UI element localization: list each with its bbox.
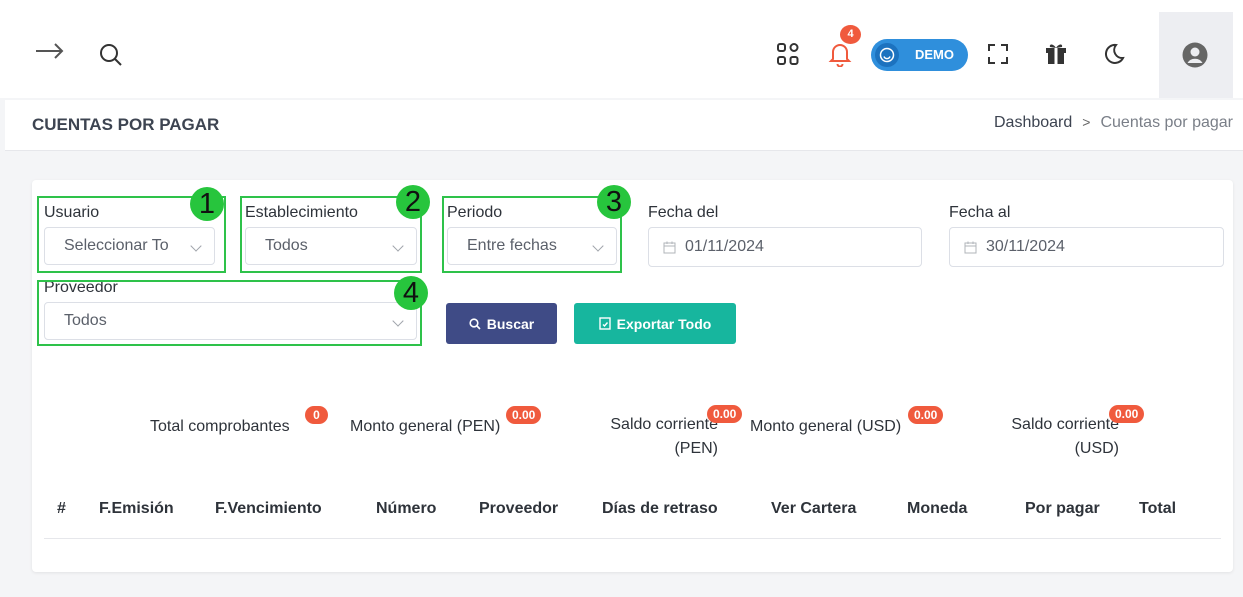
table-divider (44, 538, 1221, 539)
apps-grid-icon[interactable] (774, 40, 802, 68)
search-icon[interactable] (96, 40, 126, 70)
breadcrumb-separator: > (1082, 114, 1091, 130)
column-header-index: # (57, 500, 66, 517)
notification-count-badge: 4 (840, 25, 861, 44)
stat-monto-general-usd: Monto general (USD) (750, 415, 901, 439)
gift-icon[interactable] (1042, 39, 1070, 67)
smile-icon (875, 43, 899, 67)
page-title: CUENTAS POR PAGAR (32, 115, 220, 134)
stat-total-comprobantes: Total comprobantes (150, 415, 290, 439)
stat-badge: 0.00 (908, 406, 944, 424)
stat-label-currency: (PEN) (674, 440, 718, 457)
user-menu[interactable] (1159, 12, 1233, 98)
column-header-dias-retraso[interactable]: Días de retraso (602, 500, 718, 518)
breadcrumb-dashboard-link[interactable]: Dashboard (994, 114, 1072, 131)
stat-badge: 0.00 (506, 406, 542, 424)
arrow-right-icon[interactable] (32, 36, 68, 66)
bell-icon[interactable] (826, 40, 854, 68)
stat-saldo-corriente-usd: Saldo corriente (USD) (997, 413, 1119, 461)
buscar-button[interactable]: Buscar (446, 303, 557, 344)
annotation-marker-3: 3 (597, 185, 631, 219)
stat-label: Saldo corriente (1011, 416, 1119, 433)
demo-label: DEMO (915, 47, 954, 62)
stat-label: Saldo corriente (610, 416, 718, 433)
column-header-total[interactable]: Total (1139, 500, 1176, 518)
exportar-button-label: Exportar Todo (616, 315, 712, 332)
buscar-button-label: Buscar (486, 315, 535, 332)
annotation-marker-4: 4 (394, 276, 428, 310)
highlight-box-2 (240, 196, 422, 273)
stat-label: Monto general (PEN) (350, 418, 501, 435)
fullscreen-icon[interactable] (985, 41, 1011, 67)
column-header-f-vencimiento[interactable]: F.Vencimiento (215, 500, 322, 518)
search-icon (469, 317, 481, 330)
file-export-icon (598, 317, 611, 330)
stat-label-currency: (USD) (1074, 440, 1119, 457)
highlight-box-3 (442, 196, 622, 273)
top-navbar: 4 DEMO (0, 0, 1243, 98)
fecha-del-label: Fecha del (648, 204, 719, 221)
stat-badge: 0.00 (707, 405, 743, 423)
user-avatar-icon (1182, 42, 1208, 68)
stat-monto-general-pen: Monto general (PEN) (350, 415, 500, 439)
breadcrumb-current: Cuentas por pagar (1100, 114, 1233, 131)
column-header-ver-cartera[interactable]: Ver Cartera (771, 500, 856, 518)
calendar-icon (964, 241, 977, 259)
fecha-del-value: 01/11/2024 (685, 238, 764, 255)
highlight-box-4 (37, 280, 422, 346)
moon-icon[interactable] (1100, 40, 1128, 68)
fecha-al-label: Fecha al (949, 204, 1011, 221)
stat-badge: 0 (305, 406, 328, 424)
stat-label: Monto general (USD) (750, 418, 902, 435)
exportar-todo-button[interactable]: Exportar Todo (574, 303, 736, 344)
breadcrumb: Dashboard > Cuentas por pagar (994, 114, 1233, 132)
column-header-moneda[interactable]: Moneda (907, 500, 967, 518)
fecha-del-input[interactable]: 01/11/2024 (648, 227, 922, 267)
column-header-numero[interactable]: Número (376, 500, 436, 518)
annotation-marker-2: 2 (396, 185, 430, 219)
stat-badge: 0.00 (1109, 405, 1145, 423)
stat-label: Total comprobantes (150, 418, 290, 435)
column-header-por-pagar[interactable]: Por pagar (1025, 500, 1100, 518)
column-header-f-emision[interactable]: F.Emisión (99, 500, 174, 518)
fecha-al-input[interactable]: 30/11/2024 (949, 227, 1224, 267)
annotation-marker-1: 1 (190, 187, 224, 221)
calendar-icon (663, 241, 676, 259)
column-header-proveedor[interactable]: Proveedor (479, 500, 558, 518)
fecha-al-value: 30/11/2024 (986, 238, 1065, 255)
page-header: CUENTAS POR PAGAR Dashboard > Cuentas por … (5, 100, 1243, 151)
stat-saldo-corriente-pen: Saldo corriente (PEN) (594, 413, 718, 461)
demo-toggle[interactable]: DEMO (871, 39, 968, 71)
